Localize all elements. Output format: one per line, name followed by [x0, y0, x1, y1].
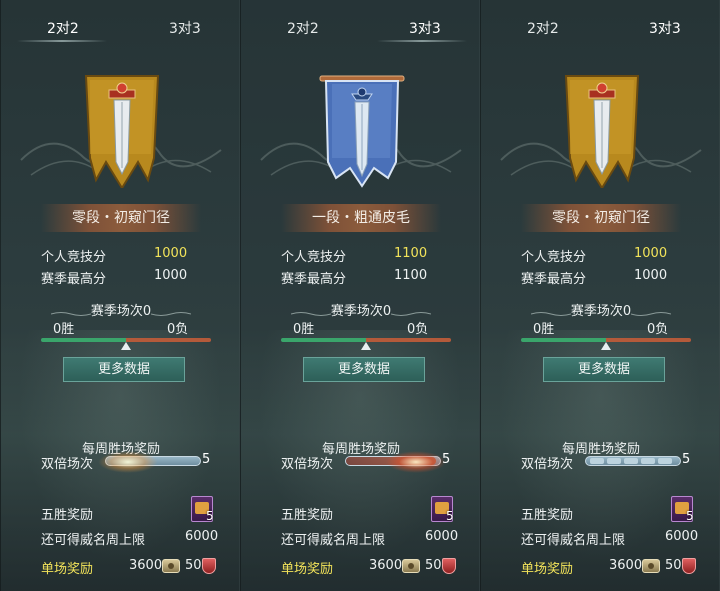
season-right-ornament — [150, 306, 192, 316]
single-match-reward-label: 单场奖励 — [41, 562, 94, 577]
season-matches: 赛季场次0 — [330, 304, 392, 319]
rank-title: 零段・初窥门径 — [41, 204, 201, 232]
double-matches-count: 5 — [682, 452, 691, 467]
double-bar-segment — [658, 458, 672, 464]
double-bar-segment — [607, 458, 621, 464]
single-reward-value-2: 50 — [665, 558, 682, 573]
single-reward-value-2: 50 — [185, 558, 202, 573]
double-matches-label: 双倍场次 — [41, 457, 94, 472]
double-bar-glow — [386, 451, 446, 473]
win-loss-marker — [361, 342, 371, 350]
season-high-label: 赛季最高分 — [281, 272, 347, 287]
double-matches-bar — [585, 456, 681, 466]
shield-icon — [682, 558, 696, 574]
active-tab-underline — [377, 40, 467, 42]
season-high-label: 赛季最高分 — [41, 272, 107, 287]
silver-sword-banner-icon — [319, 75, 405, 188]
season-high-value: 1000 — [154, 268, 188, 283]
single-match-reward-label: 单场奖励 — [281, 562, 334, 577]
double-matches-bar — [345, 451, 446, 473]
weekly-limit-value: 6000 — [425, 529, 459, 544]
win-loss-marker — [121, 342, 131, 350]
personal-score-value: 1000 — [634, 246, 668, 261]
double-matches-label: 双倍场次 — [521, 457, 574, 472]
weekly-limit-row: 还可得威名周上限 6000 — [281, 529, 459, 548]
personal-score-label: 个人竞技分 — [41, 250, 107, 265]
mode-tabs: 2对2 3对3 — [1, 0, 239, 58]
tab-3v3[interactable]: 3对3 — [169, 18, 201, 38]
mode-tabs: 2对2 3对3 — [481, 0, 719, 58]
more-data-button[interactable]: 更多数据 — [63, 357, 185, 382]
weekly-limit-label: 还可得威名周上限 — [41, 533, 146, 548]
rank-panel-1: 2对2 3对3 零段・初窥门径 个人竞技分 1000 赛季最高分 1000 赛季… — [0, 0, 240, 591]
coin-icon — [642, 559, 660, 573]
tab-2v2[interactable]: 2对2 — [527, 18, 559, 38]
rank-title: 零段・初窥门径 — [521, 204, 681, 232]
single-match-reward-label: 单场奖励 — [521, 562, 574, 577]
wins-count: 0胜 — [53, 322, 75, 337]
tab-3v3[interactable]: 3对3 — [649, 18, 681, 38]
chest-count: 5 — [686, 509, 694, 523]
single-reward-value-1: 3600 — [609, 558, 643, 573]
tab-3v3[interactable]: 3对3 — [409, 18, 441, 38]
double-bar-segment — [590, 458, 604, 464]
weekly-limit-value: 6000 — [185, 529, 219, 544]
personal-score-value: 1000 — [154, 246, 188, 261]
single-reward-value-1: 3600 — [369, 558, 403, 573]
more-data-button[interactable]: 更多数据 — [303, 357, 425, 382]
five-win-reward-label: 五胜奖励 — [281, 508, 334, 523]
active-tab-underline — [17, 40, 107, 42]
season-matches: 赛季场次0 — [570, 304, 632, 319]
season-matches: 赛季场次0 — [90, 304, 152, 319]
more-data-button[interactable]: 更多数据 — [543, 357, 665, 382]
gold-sword-banner-icon — [564, 75, 640, 188]
five-win-reward-label: 五胜奖励 — [521, 508, 574, 523]
weekly-limit-label: 还可得威名周上限 — [281, 533, 386, 548]
shield-icon — [202, 558, 216, 574]
season-right-ornament — [630, 306, 672, 316]
personal-score-label: 个人竞技分 — [521, 250, 587, 265]
wins-count: 0胜 — [533, 322, 555, 337]
single-reward-value-1: 3600 — [129, 558, 163, 573]
rank-panel-3: 2对2 3对3 零段・初窥门径 个人竞技分 1000 赛季最高分 1000 赛季… — [480, 0, 720, 591]
losses-count: 0负 — [407, 322, 429, 337]
five-win-reward-label: 五胜奖励 — [41, 508, 94, 523]
rank-panel-2: 2对2 3对3 一段・粗通皮毛 个人竞技分 1100 赛季最高分 1100 赛季… — [240, 0, 480, 591]
win-loss-marker — [601, 342, 611, 350]
double-matches-count: 5 — [442, 452, 451, 467]
personal-score-label: 个人竞技分 — [281, 250, 347, 265]
season-high-label: 赛季最高分 — [521, 272, 587, 287]
shield-icon — [442, 558, 456, 574]
losses-count: 0负 — [167, 322, 189, 337]
season-right-ornament — [390, 306, 432, 316]
losses-count: 0负 — [647, 322, 669, 337]
double-bar-segment — [641, 458, 655, 464]
rank-title: 一段・粗通皮毛 — [281, 204, 441, 232]
tab-2v2[interactable]: 2对2 — [47, 18, 79, 38]
single-reward-value-2: 50 — [425, 558, 442, 573]
double-matches-count: 5 — [202, 452, 211, 467]
weekly-limit-row: 还可得威名周上限 6000 — [41, 529, 219, 548]
double-matches-label: 双倍场次 — [281, 457, 334, 472]
double-matches-bar — [98, 451, 201, 473]
weekly-limit-label: 还可得威名周上限 — [521, 533, 626, 548]
tab-2v2[interactable]: 2对2 — [287, 18, 319, 38]
weekly-limit-row: 还可得威名周上限 6000 — [521, 529, 699, 548]
coin-icon — [402, 559, 420, 573]
chest-count: 5 — [446, 509, 454, 523]
gold-sword-banner-icon — [84, 75, 160, 188]
season-high-value: 1100 — [394, 268, 428, 283]
arena-rank-screen: 2对2 3对3 零段・初窥门径 个人竞技分 1000 赛季最高分 1000 赛季… — [0, 0, 720, 591]
double-bar-segment — [624, 458, 638, 464]
season-high-value: 1000 — [634, 268, 668, 283]
mode-tabs: 2对2 3对3 — [241, 0, 479, 58]
weekly-limit-value: 6000 — [665, 529, 699, 544]
chest-count: 5 — [206, 509, 214, 523]
personal-score-value: 1100 — [394, 246, 428, 261]
double-bar-glow — [98, 451, 158, 473]
coin-icon — [162, 559, 180, 573]
wins-count: 0胜 — [293, 322, 315, 337]
